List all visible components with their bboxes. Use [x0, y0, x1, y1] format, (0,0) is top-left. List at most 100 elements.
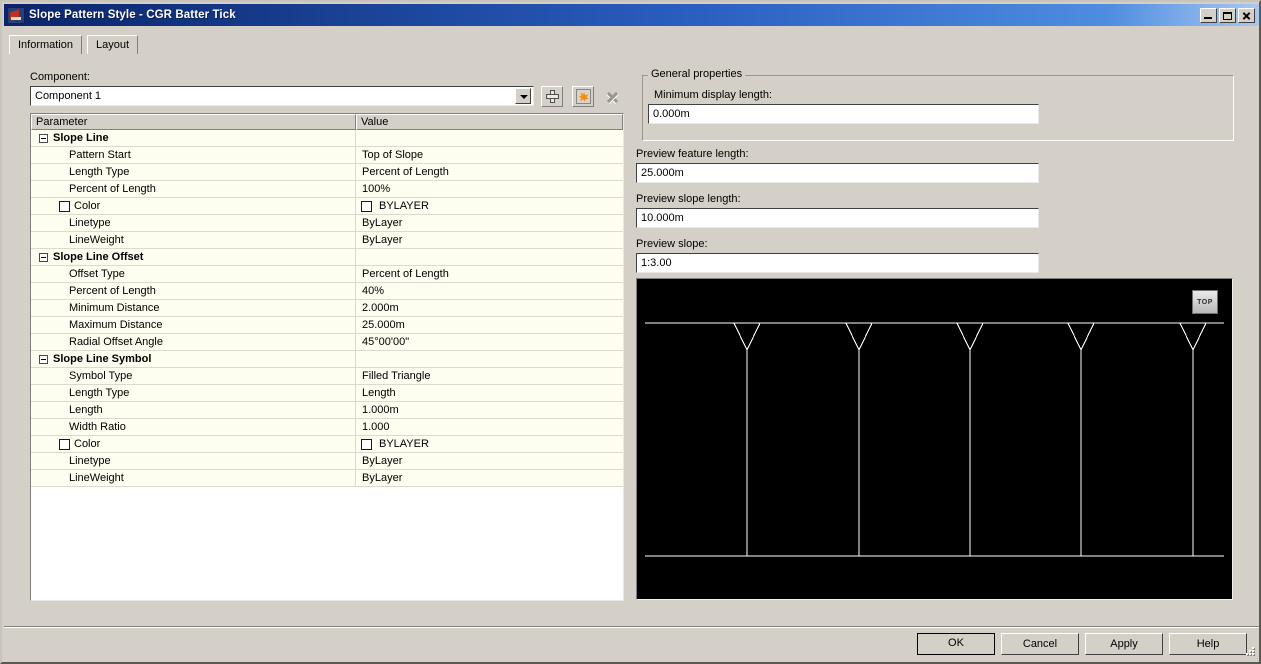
color-swatch-icon[interactable] [59, 200, 70, 212]
minimize-icon[interactable] [1200, 7, 1217, 23]
value-color-swatch-icon[interactable] [361, 200, 372, 212]
grid-row[interactable]: Symbol Type Filled Triangle [31, 367, 623, 385]
help-button[interactable]: Help [1169, 633, 1247, 655]
grid-cell-value[interactable]: Top of Slope [356, 147, 623, 164]
grid-cell-parameter: LineWeight [31, 469, 356, 487]
grid-cell-value[interactable]: ByLayer [356, 470, 623, 487]
chevron-down-icon[interactable] [515, 88, 531, 104]
add-component-button[interactable] [541, 86, 563, 107]
collapse-icon[interactable] [39, 133, 48, 143]
component-dropdown[interactable]: Component 1 [30, 86, 534, 106]
tab-information[interactable]: Information [9, 35, 83, 55]
grid-row[interactable]: Pattern Start Top of Slope [31, 146, 623, 164]
column-header-value[interactable]: Value [356, 114, 623, 130]
grid-row[interactable]: Color BYLAYER [31, 197, 623, 215]
grid-parameter-label: Percent of Length [69, 183, 156, 195]
preview-feature-length-input[interactable]: 25.000m [636, 163, 1039, 183]
grid-row[interactable]: Length Type Length [31, 384, 623, 402]
grid-cell-parameter: Length Type [31, 384, 356, 402]
grid-row[interactable]: Slope Line [31, 129, 623, 147]
preview-slope-length-input[interactable]: 10.000m [636, 208, 1039, 228]
grid-row[interactable]: Color BYLAYER [31, 435, 623, 453]
resize-grip[interactable] [1243, 647, 1255, 659]
grid-row[interactable]: Maximum Distance 25.000m [31, 316, 623, 334]
grid-parameter-label: Maximum Distance [69, 319, 163, 331]
grid-cell-value[interactable]: Percent of Length [356, 266, 623, 283]
grid-cell-value[interactable]: Percent of Length [356, 164, 623, 181]
grid-cell-value[interactable]: Filled Triangle [356, 368, 623, 385]
grid-cell-parameter: Maximum Distance [31, 316, 356, 334]
parameter-grid[interactable]: Parameter Value Slope Line Pattern Start T… [30, 113, 624, 601]
grid-row[interactable]: Percent of Length 40% [31, 282, 623, 300]
ok-button[interactable]: OK [917, 633, 995, 655]
grid-row[interactable]: Percent of Length 100% [31, 180, 623, 198]
grid-cell-value[interactable]: 45°00'00" [356, 334, 623, 351]
close-icon[interactable] [1238, 7, 1255, 23]
grid-cell-value[interactable]: 1.000m [356, 402, 623, 419]
grid-cell-value[interactable]: 40% [356, 283, 623, 300]
grid-row[interactable]: LineWeight ByLayer [31, 231, 623, 249]
minimum-display-length-input[interactable]: 0.000m [648, 104, 1039, 124]
grid-row[interactable]: Linetype ByLayer [31, 214, 623, 232]
grid-parameter-label: Offset Type [69, 268, 125, 280]
component-value: Component 1 [35, 90, 102, 102]
grid-cell-value[interactable]: BYLAYER [356, 436, 623, 453]
maximize-icon[interactable] [1219, 7, 1236, 23]
grid-row[interactable]: Length Type Percent of Length [31, 163, 623, 181]
color-swatch-icon[interactable] [59, 438, 70, 450]
grid-cell-parameter: Color [31, 197, 356, 215]
grid-row[interactable]: Width Ratio 1.000 [31, 418, 623, 436]
grid-cell-value[interactable]: 100% [356, 181, 623, 198]
grid-value-label: ByLayer [362, 455, 403, 467]
grid-value-label: Percent of Length [362, 268, 449, 280]
grid-row[interactable]: Linetype ByLayer [31, 452, 623, 470]
grid-cell-value[interactable]: 25.000m [356, 317, 623, 334]
grid-parameter-label: LineWeight [69, 472, 124, 484]
grid-cell-value[interactable] [356, 249, 623, 266]
grid-row[interactable]: Minimum Distance 2.000m [31, 299, 623, 317]
tab-layout[interactable]: Layout [87, 35, 139, 55]
grid-row[interactable]: Radial Offset Angle 45°00'00" [31, 333, 623, 351]
grid-cell-parameter: Radial Offset Angle [31, 333, 356, 351]
delete-component-button[interactable] [601, 86, 623, 107]
grid-value-label: Length [362, 387, 396, 399]
grid-row[interactable]: LineWeight ByLayer [31, 469, 623, 487]
cancel-button[interactable]: Cancel [1001, 633, 1079, 655]
footer-divider-highlight [4, 627, 1259, 628]
grid-row[interactable]: Length 1.000m [31, 401, 623, 419]
grid-cell-value[interactable] [356, 130, 623, 147]
grid-parameter-label: Slope Line Offset [53, 251, 144, 263]
grid-cell-value[interactable]: 1.000 [356, 419, 623, 436]
grid-parameter-label: Width Ratio [69, 421, 126, 433]
grid-value-label: 45°00'00" [362, 336, 410, 348]
grid-cell-parameter: Linetype [31, 452, 356, 470]
copy-component-button[interactable] [572, 86, 594, 107]
column-header-parameter[interactable]: Parameter [31, 114, 356, 130]
grid-cell-value[interactable]: Length [356, 385, 623, 402]
grid-cell-parameter: Length Type [31, 163, 356, 181]
window-controls [1200, 7, 1255, 23]
preview-viewport[interactable]: TOP [636, 278, 1233, 600]
grid-cell-value[interactable]: ByLayer [356, 215, 623, 232]
collapse-icon[interactable] [39, 252, 48, 262]
view-cube-top[interactable]: TOP [1192, 290, 1218, 314]
grid-cell-value[interactable]: ByLayer [356, 232, 623, 249]
component-label: Component: [30, 71, 90, 83]
grid-cell-value[interactable]: BYLAYER [356, 198, 623, 215]
grid-parameter-label: Slope Line [53, 132, 109, 144]
apply-button[interactable]: Apply [1085, 633, 1163, 655]
grid-row[interactable]: Slope Line Symbol [31, 350, 623, 368]
grid-body: Slope Line Pattern Start Top of Slope Lengt… [31, 129, 623, 600]
grid-parameter-label: Length Type [69, 387, 130, 399]
grid-cell-value[interactable] [356, 351, 623, 368]
preview-slope-input[interactable]: 1:3.00 [636, 253, 1039, 273]
grid-value-label: BYLAYER [379, 200, 429, 212]
grid-parameter-label: Linetype [69, 455, 111, 467]
collapse-icon[interactable] [39, 354, 48, 364]
grid-cell-value[interactable]: ByLayer [356, 453, 623, 470]
value-color-swatch-icon[interactable] [361, 438, 372, 450]
grid-cell-parameter: Symbol Type [31, 367, 356, 385]
grid-cell-value[interactable]: 2.000m [356, 300, 623, 317]
grid-row[interactable]: Offset Type Percent of Length [31, 265, 623, 283]
grid-row[interactable]: Slope Line Offset [31, 248, 623, 266]
